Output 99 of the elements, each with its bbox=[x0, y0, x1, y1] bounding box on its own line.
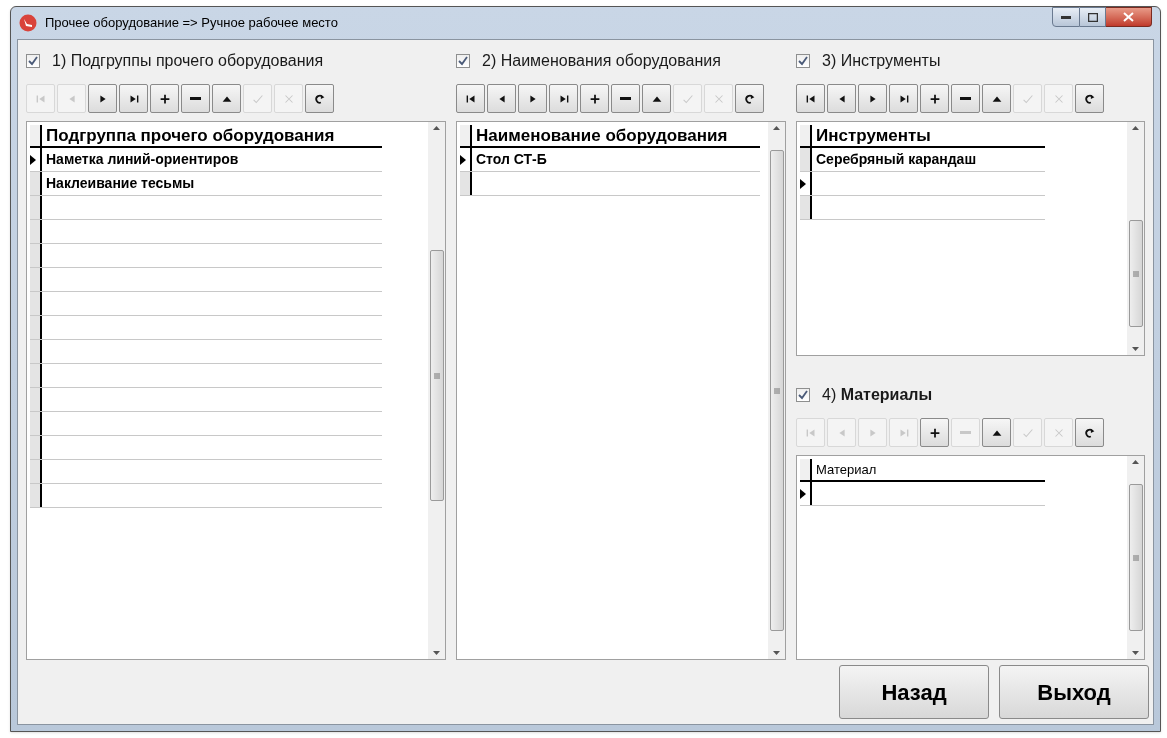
row-indicator[interactable] bbox=[30, 436, 42, 459]
maximize-icon bbox=[1087, 12, 1098, 22]
scroll-down-icon[interactable] bbox=[1132, 651, 1139, 655]
check-icon bbox=[458, 56, 468, 66]
section-title: 2) Наименования оборудования bbox=[482, 51, 721, 71]
grip-icon bbox=[433, 372, 440, 379]
minus-icon bbox=[960, 97, 971, 100]
scroll-thumb[interactable] bbox=[1128, 220, 1143, 327]
row-indicator[interactable] bbox=[30, 220, 42, 243]
navigator-button[interactable] bbox=[642, 84, 671, 113]
close-button[interactable] bbox=[1106, 7, 1152, 27]
table-cell-text: Наметка линий-ориентиров bbox=[45, 150, 240, 169]
row-indicator[interactable] bbox=[30, 148, 42, 171]
scroll-up-icon[interactable] bbox=[433, 126, 440, 130]
section-title: 4) Материалы bbox=[822, 385, 933, 405]
navigator-button[interactable] bbox=[150, 84, 179, 113]
grip-icon bbox=[1132, 554, 1139, 561]
grip-icon bbox=[1132, 270, 1139, 277]
row-indicator[interactable] bbox=[30, 460, 42, 483]
row-indicator[interactable] bbox=[460, 148, 472, 171]
row-indicator[interactable] bbox=[30, 364, 42, 387]
navigator-button[interactable] bbox=[735, 84, 764, 113]
row-indicator[interactable] bbox=[30, 244, 42, 267]
row-indicator[interactable] bbox=[30, 316, 42, 339]
column-header: Подгруппа прочего оборудования bbox=[45, 125, 336, 146]
dialog-button[interactable]: Назад bbox=[839, 665, 989, 719]
section-title: 1) Подгруппы прочего оборудования bbox=[52, 51, 324, 71]
scroll-up-icon[interactable] bbox=[773, 126, 780, 130]
scrollbar[interactable] bbox=[1127, 122, 1144, 355]
maximize-button[interactable] bbox=[1080, 7, 1106, 27]
row-indicator[interactable] bbox=[800, 196, 812, 219]
scroll-thumb[interactable] bbox=[429, 250, 444, 501]
navigator-button[interactable] bbox=[181, 84, 210, 113]
close-icon bbox=[1123, 12, 1134, 22]
navigator-button[interactable] bbox=[119, 84, 148, 113]
grip-icon bbox=[773, 387, 780, 394]
row-indicator[interactable] bbox=[30, 388, 42, 411]
navigator-button[interactable] bbox=[982, 418, 1011, 447]
row-indicator[interactable] bbox=[30, 340, 42, 363]
scroll-down-icon[interactable] bbox=[433, 651, 440, 655]
checkbox[interactable] bbox=[26, 54, 40, 68]
scrollbar[interactable] bbox=[1127, 456, 1144, 659]
minus-icon bbox=[190, 97, 201, 100]
check-icon bbox=[798, 56, 808, 66]
scroll-up-icon[interactable] bbox=[1132, 126, 1139, 130]
scrollbar[interactable] bbox=[768, 122, 785, 659]
checkbox[interactable] bbox=[796, 54, 810, 68]
row-indicator[interactable] bbox=[460, 172, 472, 195]
navigator-button[interactable] bbox=[549, 84, 578, 113]
minimize-button[interactable] bbox=[1052, 7, 1080, 27]
navigator-button[interactable] bbox=[611, 84, 640, 113]
table-cell-text: Наклеивание тесьмы bbox=[45, 174, 196, 193]
row-indicator[interactable] bbox=[30, 412, 42, 435]
table-cell-text: Серебряный карандаш bbox=[815, 150, 978, 169]
row-indicator[interactable] bbox=[800, 482, 812, 505]
window-title: Прочее оборудование => Ручное рабочее место bbox=[45, 14, 338, 33]
row-indicator[interactable] bbox=[30, 484, 42, 507]
row-indicator[interactable] bbox=[30, 196, 42, 219]
checkbox[interactable] bbox=[796, 388, 810, 402]
minus-icon bbox=[960, 431, 971, 434]
navigator-button[interactable] bbox=[1075, 418, 1104, 447]
table-cell-text: Стол СТ-Б bbox=[475, 150, 548, 169]
navigator-button[interactable] bbox=[920, 418, 949, 447]
navigator-button[interactable] bbox=[951, 84, 980, 113]
row-indicator[interactable] bbox=[30, 268, 42, 291]
section-title: 3) Инструменты bbox=[822, 51, 941, 71]
scroll-up-icon[interactable] bbox=[1132, 460, 1139, 464]
app-icon bbox=[19, 14, 37, 32]
navigator-button[interactable] bbox=[796, 84, 825, 113]
column-header: Наименование оборудования bbox=[475, 125, 729, 146]
navigator-button[interactable] bbox=[456, 84, 485, 113]
minus-icon bbox=[620, 97, 631, 100]
scroll-thumb[interactable] bbox=[769, 150, 784, 631]
scroll-down-icon[interactable] bbox=[773, 651, 780, 655]
current-row-icon bbox=[800, 178, 806, 189]
scroll-thumb[interactable] bbox=[1128, 484, 1143, 631]
scroll-down-icon[interactable] bbox=[1132, 347, 1139, 351]
minimize-icon bbox=[1061, 15, 1071, 19]
column-header: Материал bbox=[815, 461, 878, 479]
current-row-icon bbox=[30, 154, 36, 165]
navigator-button[interactable] bbox=[580, 84, 609, 113]
current-row-icon bbox=[800, 488, 806, 499]
check-icon bbox=[798, 390, 808, 400]
row-indicator[interactable] bbox=[30, 292, 42, 315]
column-header: Инструменты bbox=[815, 125, 932, 146]
check-icon bbox=[28, 56, 38, 66]
navigator-button[interactable] bbox=[305, 84, 334, 113]
navigator-button[interactable] bbox=[889, 84, 918, 113]
current-row-icon bbox=[460, 154, 466, 165]
navigator-button[interactable] bbox=[920, 84, 949, 113]
checkbox[interactable] bbox=[456, 54, 470, 68]
row-indicator[interactable] bbox=[30, 172, 42, 195]
scrollbar[interactable] bbox=[428, 122, 445, 659]
row-indicator[interactable] bbox=[800, 148, 812, 171]
navigator-button[interactable] bbox=[982, 84, 1011, 113]
row-indicator[interactable] bbox=[800, 172, 812, 195]
navigator-button[interactable] bbox=[212, 84, 241, 113]
navigator-button[interactable] bbox=[1075, 84, 1104, 113]
dialog-button[interactable]: Выход bbox=[999, 665, 1149, 719]
